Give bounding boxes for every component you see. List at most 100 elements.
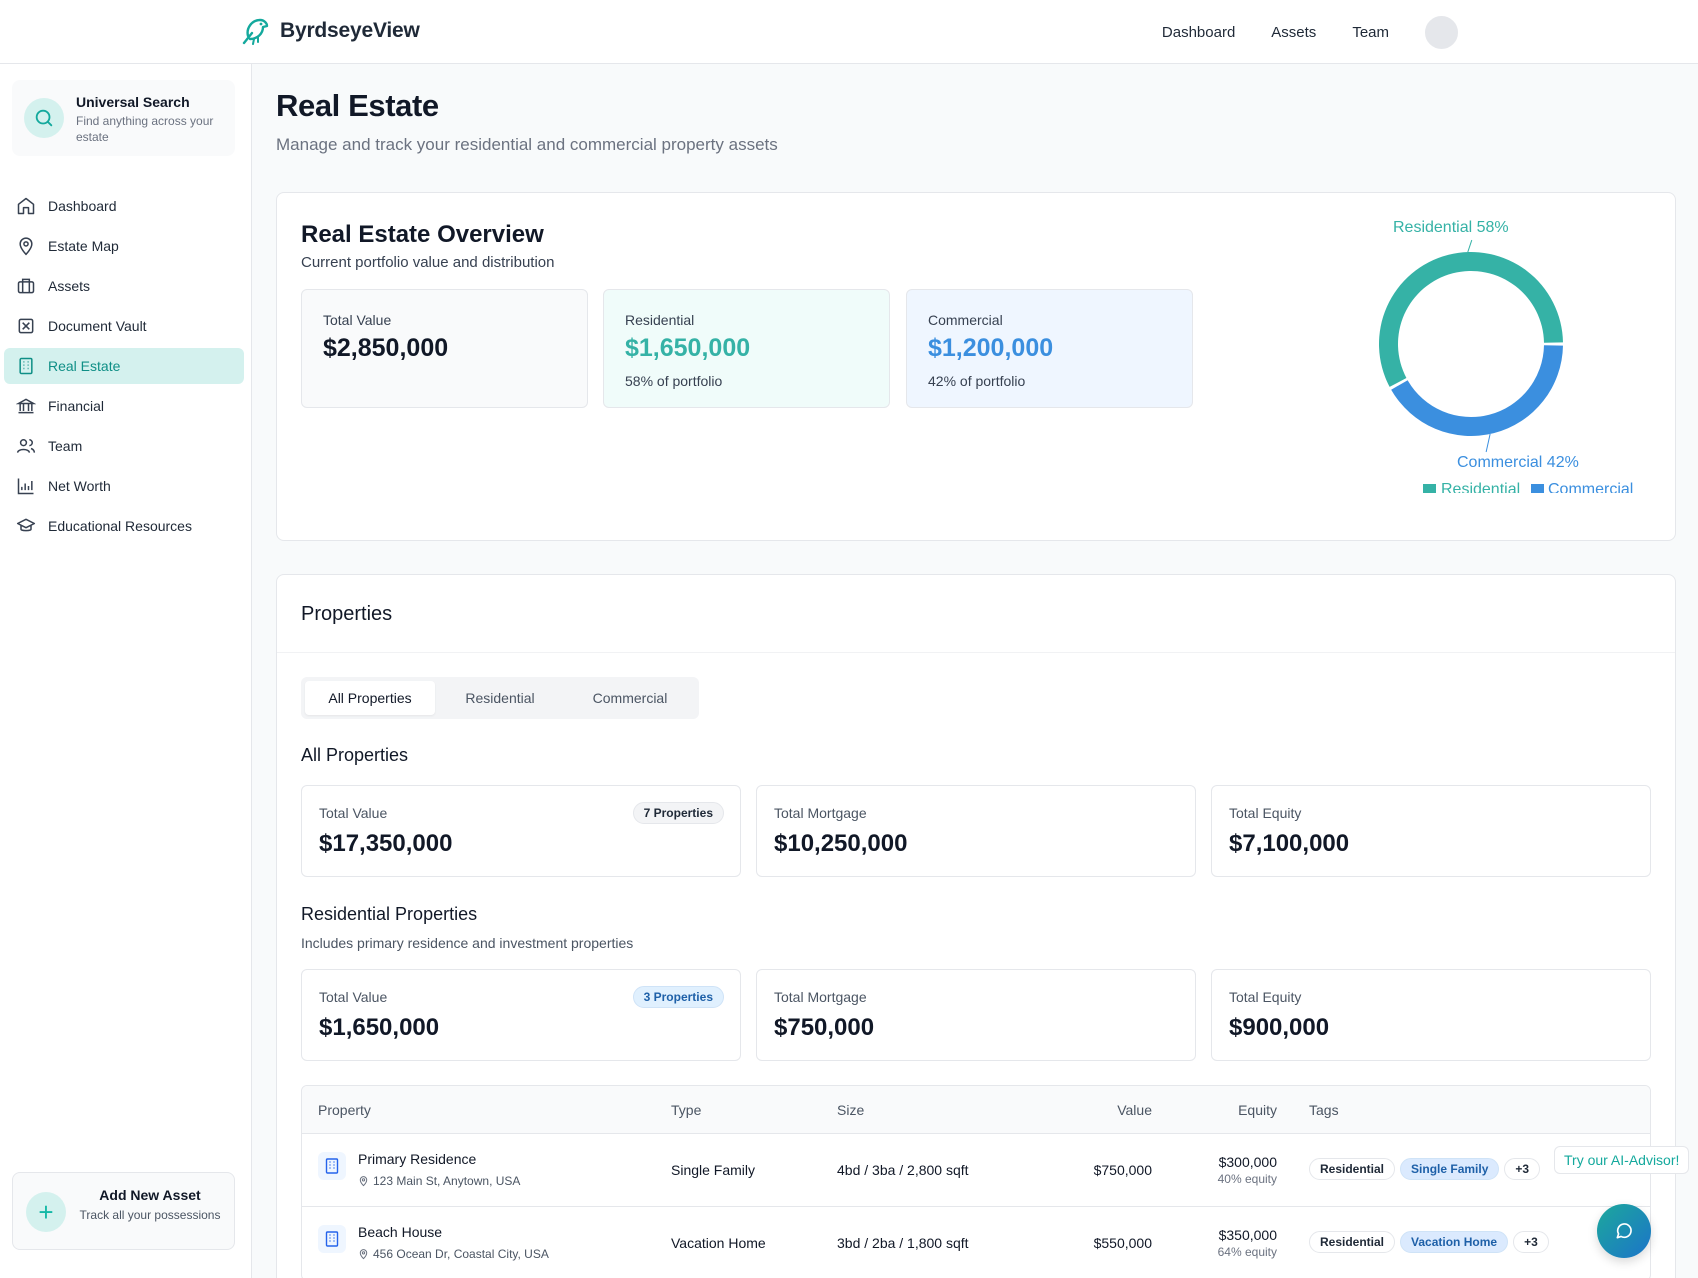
column-header-property[interactable]: Property [318, 1102, 371, 1118]
summary-label: Total Mortgage [774, 989, 867, 1005]
leader-line-residential [1467, 239, 1473, 253]
summary-value: $7,100,000 [1229, 830, 1350, 857]
property-name[interactable]: Primary Residence [358, 1151, 476, 1167]
sidebar-item-real-estate[interactable]: Real Estate [4, 348, 244, 384]
commercial-value-box: Commercial $1,200,000 42% of portfolio [906, 289, 1193, 408]
properties-table: Property Type Size Value Equity Tags Pri… [301, 1085, 1651, 1278]
property-count-badge: 3 Properties [632, 986, 724, 1008]
summary-value: $1,650,000 [319, 1014, 440, 1041]
vault-icon [18, 318, 34, 334]
residential-properties-subtitle: Includes primary residence and investmen… [301, 935, 634, 951]
res-total-value-box: Total Value $1,650,000 3 Properties [301, 969, 741, 1061]
overview-card: Real Estate Overview Current portfolio v… [276, 192, 1676, 541]
tag-residential[interactable]: Residential [1309, 1231, 1396, 1253]
summary-value: $10,250,000 [774, 830, 908, 857]
sidebar-item-estate-map[interactable]: Estate Map [4, 228, 244, 264]
overview-title: Real Estate Overview [301, 221, 544, 248]
sidebar-item-label: Educational Resources [48, 518, 192, 534]
total-value-box: Total Value $2,850,000 [301, 289, 588, 408]
topnav-team[interactable]: Team [1352, 24, 1389, 41]
brand-name: ByrdseyeView [280, 19, 420, 42]
top-bar: ByrdseyeView Dashboard Assets Team [0, 0, 1698, 64]
address-text: 123 Main St, Anytown, USA [373, 1174, 521, 1188]
table-row[interactable]: Beach House 456 Ocean Dr, Coastal City, … [302, 1207, 1650, 1278]
property-equity: $300,000 [1218, 1154, 1277, 1170]
tag-more[interactable]: +3 [1513, 1231, 1549, 1253]
page-title: Real Estate [276, 88, 439, 123]
sidebar-item-label: Financial [48, 398, 105, 414]
property-equity: $350,000 [1218, 1227, 1277, 1243]
sidebar: Universal Search Find anything across yo… [0, 64, 252, 1278]
property-address: 456 Ocean Dr, Coastal City, USA [358, 1247, 549, 1261]
donut-slice-commercial[interactable] [1391, 345, 1563, 436]
property-size: 3bd / 2ba / 1,800 sqft [837, 1235, 969, 1251]
sidebar-item-label: Assets [48, 278, 91, 294]
tab-residential[interactable]: Residential [435, 681, 565, 715]
column-header-tags[interactable]: Tags [1309, 1102, 1339, 1118]
leader-line-commercial [1485, 433, 1491, 453]
sidebar-item-educational-resources[interactable]: Educational Resources [4, 508, 244, 544]
summary-label: Total Equity [1229, 989, 1302, 1005]
res-total-equity-box: Total Equity $900,000 [1211, 969, 1651, 1061]
tag-residential[interactable]: Residential [1309, 1158, 1396, 1180]
brand[interactable]: ByrdseyeView [240, 16, 420, 46]
users-icon [16, 439, 36, 453]
briefcase-icon [17, 278, 35, 294]
ai-advisor-prompt[interactable]: Try our AI-Advisor! [1554, 1146, 1690, 1174]
ai-advisor-chat-button[interactable] [1597, 1204, 1651, 1258]
top-nav: Dashboard Assets Team [1162, 16, 1458, 49]
building-icon [318, 1152, 346, 1180]
property-value: $750,000 [1093, 1162, 1152, 1178]
legend-swatch-commercial [1531, 484, 1544, 493]
property-tags: Residential Single Family +3 [1309, 1158, 1545, 1180]
properties-card: Properties All Properties Residential Co… [276, 574, 1676, 1278]
tag-single-family[interactable]: Single Family [1400, 1158, 1500, 1180]
add-new-asset-card[interactable]: + Add New Asset Track all your possessio… [12, 1172, 235, 1250]
tag-more[interactable]: +3 [1504, 1158, 1541, 1180]
add-asset-subtitle: Track all your possessions [79, 1208, 221, 1222]
legend-label-residential[interactable]: Residential [1441, 481, 1520, 493]
column-header-type[interactable]: Type [671, 1102, 701, 1118]
graduation-cap-icon [16, 518, 36, 532]
user-avatar[interactable] [1425, 16, 1458, 49]
add-asset-title: Add New Asset [99, 1187, 201, 1203]
plus-icon: + [26, 1192, 66, 1232]
properties-title: Properties [277, 575, 1675, 653]
sidebar-item-label: Estate Map [48, 238, 119, 254]
slice-label-commercial: Commercial 42% [1457, 454, 1579, 471]
search-title: Universal Search [76, 94, 190, 110]
property-equity-percent: 64% equity [1217, 1245, 1277, 1259]
table-row[interactable]: Primary Residence 123 Main St, Anytown, … [302, 1134, 1650, 1207]
property-type: Single Family [671, 1162, 756, 1178]
distribution-donut-chart: Residential 58% Commercial 42% Residenti… [1379, 219, 1633, 493]
property-name[interactable]: Beach House [358, 1224, 442, 1240]
legend-label-commercial[interactable]: Commercial [1548, 481, 1633, 493]
all-total-equity-box: Total Equity $7,100,000 [1211, 785, 1651, 877]
topnav-assets[interactable]: Assets [1271, 24, 1316, 41]
sidebar-item-assets[interactable]: Assets [4, 268, 244, 304]
sidebar-item-financial[interactable]: Financial [4, 388, 244, 424]
sidebar-item-label: Document Vault [48, 318, 147, 334]
column-header-equity[interactable]: Equity [1187, 1102, 1277, 1118]
all-total-mortgage-box: Total Mortgage $10,250,000 [756, 785, 1196, 877]
tab-all-properties[interactable]: All Properties [305, 681, 435, 715]
tab-commercial[interactable]: Commercial [565, 681, 695, 715]
property-tabs: All Properties Residential Commercial [301, 677, 699, 719]
stat-label: Commercial [928, 312, 1003, 328]
tag-vacation-home[interactable]: Vacation Home [1400, 1231, 1509, 1253]
stat-note: 42% of portfolio [928, 373, 1026, 389]
sidebar-item-dashboard[interactable]: Dashboard [4, 188, 244, 224]
sidebar-item-document-vault[interactable]: Document Vault [4, 308, 244, 344]
table-header: Property Type Size Value Equity Tags [302, 1086, 1650, 1134]
column-header-size[interactable]: Size [837, 1102, 864, 1118]
summary-value: $17,350,000 [319, 830, 453, 857]
stat-label: Residential [625, 312, 695, 328]
sidebar-item-team[interactable]: Team [4, 428, 244, 464]
donut-slice-residential[interactable] [1379, 252, 1563, 387]
sidebar-item-net-worth[interactable]: Net Worth [4, 468, 244, 504]
column-header-value[interactable]: Value [1062, 1102, 1152, 1118]
topnav-dashboard[interactable]: Dashboard [1162, 24, 1235, 41]
summary-value: $750,000 [774, 1014, 875, 1041]
property-equity-percent: 40% equity [1217, 1172, 1277, 1186]
universal-search-card[interactable]: Universal Search Find anything across yo… [12, 80, 235, 156]
